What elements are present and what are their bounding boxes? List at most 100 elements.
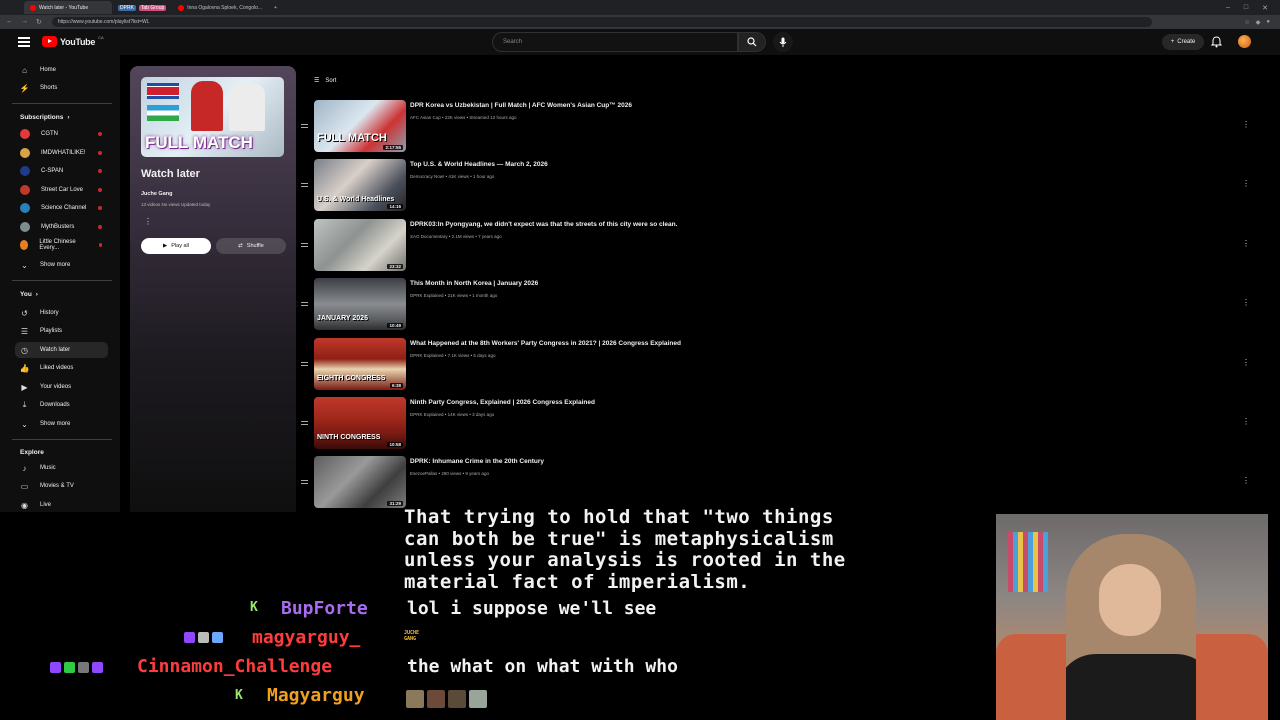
playlist-video-row[interactable]: EIGHTH CONGRESS 6:38 What Happened at the …: [300, 337, 1260, 394]
tab-group-pill[interactable]: DPRK: [118, 4, 136, 11]
more-options-icon[interactable]: ⋮: [1242, 417, 1250, 426]
shuffle-button[interactable]: ⇄ Shuffle: [216, 238, 286, 254]
video-thumbnail[interactable]: EIGHTH CONGRESS 6:38: [314, 337, 406, 390]
sidebar-item-watch-later[interactable]: ◷ Watch later: [15, 342, 108, 358]
sidebar-item-your-videos[interactable]: ▶ Your videos: [15, 379, 108, 395]
play-all-button[interactable]: ▶ Play all: [141, 238, 211, 254]
sidebar-item-downloads[interactable]: ⤓ Downloads: [15, 397, 108, 413]
juche-gang-emote: JUCHE GANG: [404, 630, 420, 642]
subscription-item[interactable]: Street Car Love: [15, 182, 108, 198]
url-field[interactable]: https://www.youtube.com/playlist?list=WL: [51, 17, 1152, 27]
notifications-button[interactable]: [1210, 35, 1223, 53]
microphone-icon: [779, 37, 787, 47]
drag-handle-icon[interactable]: [301, 242, 308, 249]
extension-icon[interactable]: ◆: [1256, 19, 1261, 26]
sidebar-item-label: History: [40, 310, 59, 316]
drag-handle-icon[interactable]: [301, 361, 308, 368]
playlist-video-row[interactable]: JANUARY 2026 10:49 This Month in North Kor…: [300, 278, 1260, 334]
tab-watch-later[interactable]: Watch later - YouTube: [24, 1, 112, 14]
video-title[interactable]: DPR Korea vs Uzbekistan | Full Match | A…: [410, 102, 632, 109]
sidebar-item-liked-videos[interactable]: 👍 Liked videos: [15, 360, 108, 376]
playlist-video-row[interactable]: 31:29 DPRK: Inhumane Crime in the 20th Ce…: [300, 456, 1260, 512]
video-thumbnail[interactable]: U.S. & World Headlines 14:16: [314, 159, 406, 212]
video-thumbnail[interactable]: NINTH CONGRESS 10:58: [314, 397, 406, 449]
shorts-icon: ⚡: [19, 83, 30, 93]
show-more-subscriptions[interactable]: ⌄ Show more: [15, 257, 108, 273]
sidebar-item-label: Music: [40, 465, 56, 471]
sort-button[interactable]: ☰ Sort: [314, 77, 336, 85]
video-meta: DPRK Explained • 7.1K views • 5 days ago: [410, 352, 496, 358]
drag-handle-icon[interactable]: [301, 183, 308, 189]
video-thumbnail[interactable]: 23:32: [314, 218, 406, 271]
subscription-item[interactable]: MythBusters: [15, 219, 108, 235]
thumbnail-text: NINTH CONGRESS: [317, 434, 381, 441]
video-thumbnail[interactable]: 31:29: [314, 456, 406, 509]
create-button[interactable]: + Create: [1162, 34, 1204, 50]
video-meta: SAO Documentary • 2.1M views • 7 years a…: [410, 233, 502, 239]
voice-search-button[interactable]: [773, 32, 793, 52]
playlist-owner[interactable]: Juche Gang: [141, 191, 172, 197]
minimize-icon[interactable]: –: [1226, 4, 1230, 12]
playlist-video-row[interactable]: 23:32 DPRK03:In Pyongyang, we didn't expe…: [300, 218, 1260, 275]
subscription-item[interactable]: Little Chinese Every...: [15, 237, 108, 253]
sidebar-item-playlists[interactable]: ☰ Playlists: [15, 323, 108, 339]
sidebar-item-music[interactable]: ♪ Music: [15, 460, 108, 476]
sidebar-item-movies-tv[interactable]: ▭ Movies & TV: [15, 478, 108, 494]
video-title[interactable]: Ninth Party Congress, Explained | 2026 C…: [410, 399, 595, 406]
video-title[interactable]: DPRK03:In Pyongyang, we didn't expect wa…: [410, 221, 677, 228]
account-avatar[interactable]: [1238, 35, 1251, 48]
video-title[interactable]: This Month in North Korea | January 2026: [410, 280, 538, 287]
video-title[interactable]: What Happened at the 8th Workers' Party …: [410, 340, 681, 347]
video-title[interactable]: DPRK: Inhumane Crime in the 20th Century: [410, 458, 544, 465]
maximize-icon[interactable]: □: [1244, 4, 1248, 12]
playlist-video-row[interactable]: U.S. & World Headlines 14:16 Top U.S. & Wo…: [300, 159, 1260, 215]
more-options-icon[interactable]: ⋮: [1242, 239, 1250, 248]
browser-tabbar: Watch later - YouTube DPRK Tab Group Inn…: [0, 0, 1280, 15]
youtube-logo[interactable]: YouTube CA: [42, 35, 104, 47]
more-options-icon[interactable]: ⋮: [1242, 120, 1250, 129]
sidebar-item-home[interactable]: ⌂ Home: [15, 62, 108, 78]
search-button[interactable]: [738, 32, 766, 52]
bookmark-icon[interactable]: ☆: [1244, 19, 1249, 26]
forward-icon[interactable]: →: [21, 18, 28, 26]
search-input[interactable]: Search: [492, 32, 738, 52]
tab-group-pill-2[interactable]: Tab Group: [138, 4, 167, 11]
playlist-video-row[interactable]: NINTH CONGRESS 10:58 Ninth Party Congress,…: [300, 397, 1260, 453]
video-thumbnail[interactable]: FULL MATCH 2:17:55: [314, 100, 406, 152]
drag-handle-icon[interactable]: [301, 302, 308, 308]
playlist-thumbnail[interactable]: FULL MATCH: [141, 77, 284, 157]
more-options-icon[interactable]: ⋮: [1242, 298, 1250, 307]
more-options-icon[interactable]: ⋮: [1242, 179, 1250, 188]
nav-buttons: ← → ↻: [0, 18, 42, 26]
more-options-icon[interactable]: ⋮: [1242, 476, 1250, 485]
sidebar-item-label: Live: [40, 502, 52, 508]
sidebar-item-history[interactable]: ↺ History: [15, 305, 108, 321]
tab-group[interactable]: DPRK Tab Group: [112, 1, 172, 14]
drag-handle-icon[interactable]: [301, 421, 308, 427]
subscription-item[interactable]: Science Channel: [15, 200, 108, 216]
close-icon[interactable]: ✕: [1262, 4, 1268, 12]
subscription-item[interactable]: C-SPAN: [15, 163, 108, 179]
menu-icon[interactable]: [18, 37, 30, 47]
you-header[interactable]: You ›: [20, 291, 38, 298]
video-duration: 2:17:55: [383, 145, 403, 150]
video-title[interactable]: Top U.S. & World Headlines — March 2, 20…: [410, 161, 548, 168]
playlist-video-row[interactable]: FULL MATCH 2:17:55 DPR Korea vs Uzbekistan…: [300, 100, 1260, 156]
subscriptions-header[interactable]: Subscriptions ›: [20, 114, 70, 121]
new-tab-button[interactable]: +: [268, 1, 283, 14]
subscription-item[interactable]: IMDWHATILIKE!: [15, 145, 108, 161]
drag-handle-icon[interactable]: [301, 124, 308, 130]
reload-icon[interactable]: ↻: [36, 18, 42, 26]
more-options-icon[interactable]: ⋮: [144, 217, 154, 229]
sidebar-item-live[interactable]: ◉ Live: [15, 497, 108, 513]
drag-handle-icon[interactable]: [301, 480, 308, 486]
profile-icon[interactable]: ●: [1266, 19, 1270, 26]
sidebar-item-shorts[interactable]: ⚡ Shorts: [15, 80, 108, 96]
more-options-icon[interactable]: ⋮: [1242, 358, 1250, 367]
video-thumbnail[interactable]: JANUARY 2026 10:49: [314, 278, 406, 331]
divider: [12, 103, 112, 104]
subscription-item[interactable]: CGTN: [15, 126, 108, 142]
back-icon[interactable]: ←: [6, 18, 13, 26]
show-more-you[interactable]: ⌄ Show more: [15, 416, 108, 432]
tab-inna[interactable]: Inna Ogalovna Sploek, Congolo...: [172, 1, 268, 14]
